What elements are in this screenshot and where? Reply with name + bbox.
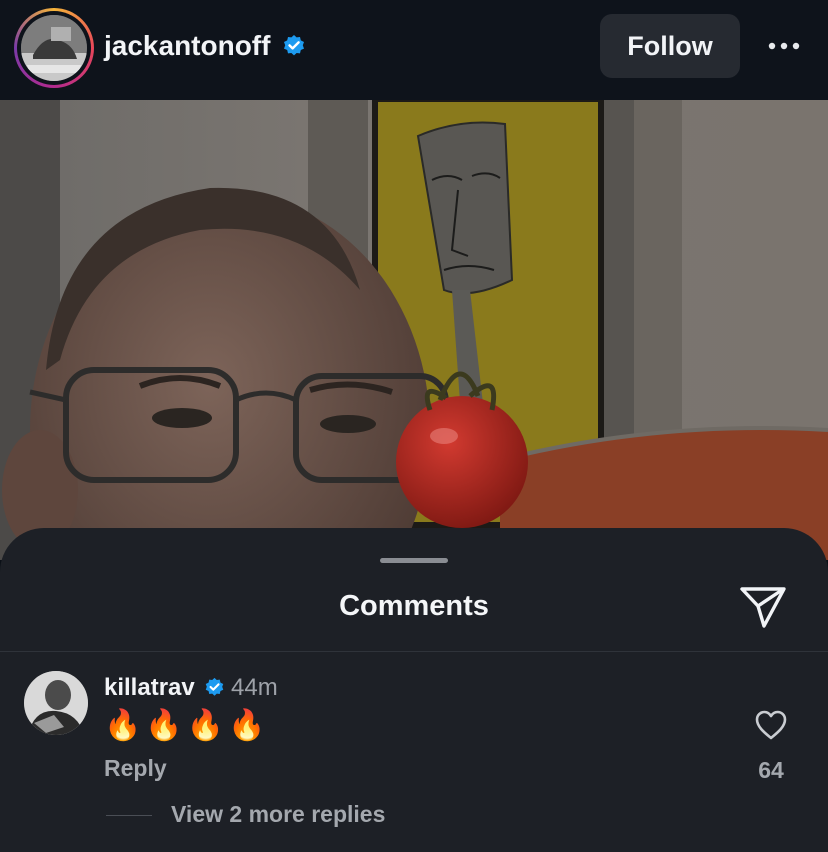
replies-connector-line (106, 815, 152, 816)
verified-badge-icon (284, 35, 304, 56)
reply-button[interactable]: Reply (104, 755, 167, 782)
post-image (0, 100, 828, 560)
avatar-photo (21, 15, 87, 81)
commenter-avatar[interactable] (24, 671, 88, 735)
sheet-grabber-handle[interactable] (380, 558, 448, 563)
profile-avatar-story-ring[interactable] (14, 8, 94, 88)
profile-avatar (21, 15, 87, 81)
comments-title: Comments (339, 590, 489, 622)
view-more-replies-button[interactable]: View 2 more replies (171, 801, 385, 828)
post-username[interactable]: jackantonoff (104, 30, 270, 62)
verified-badge-icon (205, 677, 224, 696)
comment-timestamp: 44m (231, 674, 278, 701)
like-count: 64 (758, 757, 784, 783)
sheet-divider (0, 651, 828, 652)
heart-icon[interactable] (754, 709, 788, 741)
post-photo[interactable] (0, 100, 828, 560)
send-icon[interactable] (738, 584, 788, 630)
comments-sheet: Comments killatrav 44m 🔥🔥🔥🔥 Reply 64 Vie… (0, 528, 828, 852)
comment-text: 🔥🔥🔥🔥 (104, 709, 270, 742)
follow-button[interactable]: Follow (600, 14, 740, 78)
commenter-username[interactable]: killatrav (104, 674, 195, 702)
more-horizontal-icon[interactable] (764, 28, 804, 64)
commenter-photo (24, 671, 88, 735)
post-header: jackantonoff Follow (0, 0, 828, 100)
